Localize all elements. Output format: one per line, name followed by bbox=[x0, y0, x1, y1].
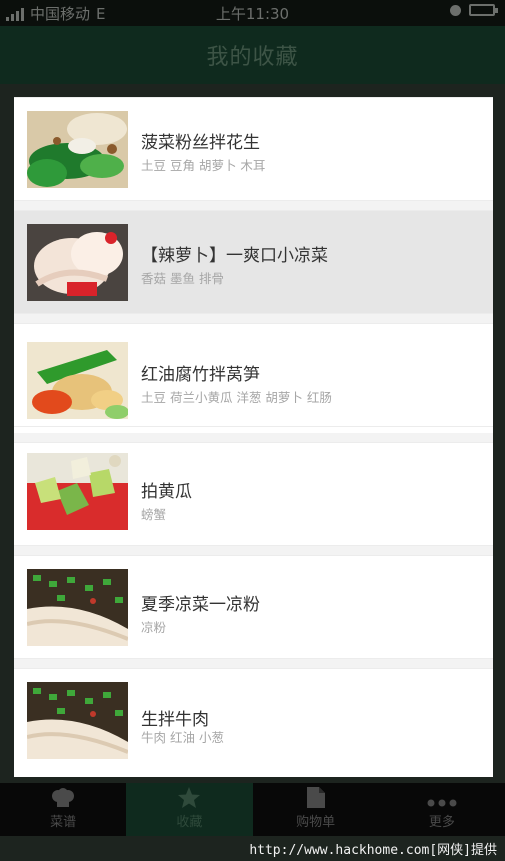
document-icon bbox=[306, 787, 325, 808]
battery-icon bbox=[469, 4, 498, 16]
divider bbox=[14, 659, 493, 668]
status-bar: 中国移动 E 上午11:30 bbox=[0, 0, 505, 26]
list-item[interactable]: 生拌牛肉 牛肉 红油 小葱 bbox=[14, 668, 493, 777]
recipe-ingredients: 土豆 荷兰小黄瓜 洋葱 胡萝卜 红肠 bbox=[141, 390, 332, 405]
orientation-lock-icon bbox=[450, 4, 461, 16]
recipe-ingredients: 凉粉 bbox=[141, 620, 167, 635]
recipe-title: 拍黄瓜 bbox=[141, 482, 192, 502]
status-time: 上午11:30 bbox=[215, 5, 290, 23]
recipe-ingredients: 香菇 墨鱼 排骨 bbox=[141, 271, 224, 286]
tab-bar: 菜谱 收藏 购物单 更多 bbox=[0, 783, 505, 836]
chef-hat-icon bbox=[52, 788, 75, 807]
tab-label: 菜谱 bbox=[50, 815, 77, 830]
recipe-thumbnail bbox=[27, 111, 128, 188]
recipe-ingredients: 牛肉 红油 小葱 bbox=[141, 730, 224, 745]
recipe-ingredients: 土豆 豆角 胡萝卜 木耳 bbox=[141, 158, 266, 173]
tab-shopping-list[interactable]: 购物单 bbox=[253, 783, 379, 836]
tab-recipes[interactable]: 菜谱 bbox=[0, 783, 126, 836]
divider bbox=[14, 546, 493, 555]
recipe-title: 【辣萝卜】一爽口小凉菜 bbox=[141, 246, 328, 266]
tab-label: 收藏 bbox=[176, 815, 203, 830]
watermark-text: http://www.hackhome.com[网侠]提供 bbox=[0, 836, 505, 861]
list-item[interactable]: 【辣萝卜】一爽口小凉菜 香菇 墨鱼 排骨 bbox=[14, 210, 493, 314]
favorites-list[interactable]: 菠菜粉丝拌花生 土豆 豆角 胡萝卜 木耳 【辣萝卜】一爽口小凉菜 香菇 墨鱼 排… bbox=[14, 97, 493, 777]
recipe-title: 夏季凉菜一凉粉 bbox=[141, 595, 260, 615]
divider bbox=[14, 433, 493, 442]
recipe-thumbnail bbox=[27, 569, 128, 646]
recipe-thumbnail bbox=[27, 224, 128, 301]
page-title: 我的收藏 bbox=[206, 45, 299, 70]
recipe-title: 菠菜粉丝拌花生 bbox=[141, 133, 260, 153]
tab-favorites[interactable]: 收藏 bbox=[126, 783, 253, 836]
more-dots-icon bbox=[427, 799, 457, 807]
tab-label: 更多 bbox=[428, 815, 455, 830]
recipe-thumbnail bbox=[27, 682, 128, 759]
tab-more[interactable]: 更多 bbox=[379, 783, 505, 836]
tab-label: 购物单 bbox=[296, 815, 336, 830]
star-icon bbox=[178, 787, 201, 808]
divider bbox=[14, 201, 493, 210]
status-right bbox=[450, 4, 498, 16]
recipe-thumbnail bbox=[27, 453, 128, 530]
nav-header: 我的收藏 bbox=[0, 26, 505, 84]
recipe-title: 红油腐竹拌莴笋 bbox=[141, 365, 260, 385]
app-screen: 中国移动 E 上午11:30 我的收藏 菠菜粉丝拌花生 土豆 豆角 胡萝卜 木耳… bbox=[0, 0, 505, 861]
divider bbox=[14, 314, 493, 323]
list-item[interactable]: 拍黄瓜 螃蟹 bbox=[14, 442, 493, 546]
list-item[interactable]: 菠菜粉丝拌花生 土豆 豆角 胡萝卜 木耳 bbox=[14, 97, 493, 201]
recipe-thumbnail bbox=[27, 342, 128, 419]
list-item[interactable]: 红油腐竹拌莴笋 土豆 荷兰小黄瓜 洋葱 胡萝卜 红肠 bbox=[14, 323, 493, 427]
recipe-ingredients: 螃蟹 bbox=[141, 507, 167, 522]
list-item[interactable]: 夏季凉菜一凉粉 凉粉 bbox=[14, 555, 493, 659]
